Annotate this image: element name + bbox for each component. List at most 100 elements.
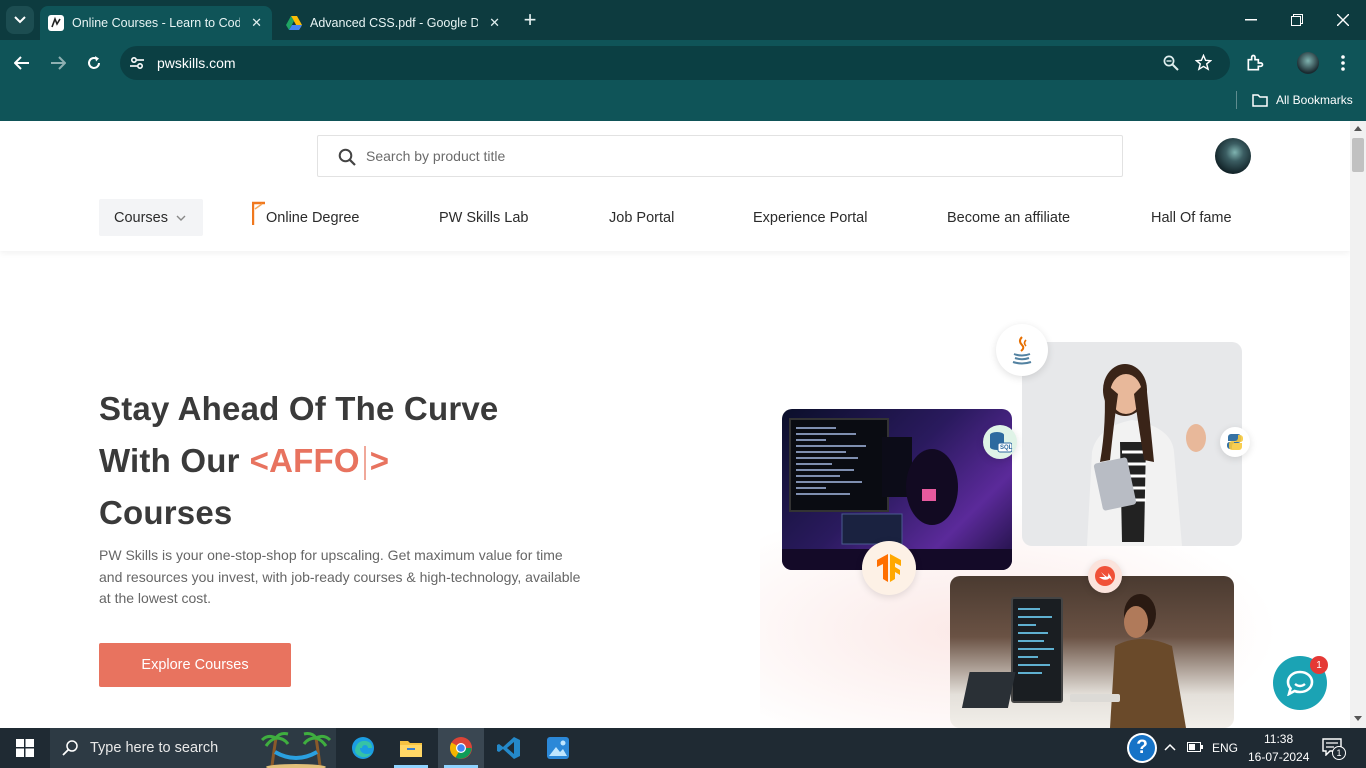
profile-avatar-icon[interactable] xyxy=(1297,52,1319,74)
taskbar-search[interactable]: Type here to search xyxy=(50,728,336,768)
start-button[interactable] xyxy=(2,728,48,768)
taskbar-photos[interactable] xyxy=(535,728,581,768)
folder-icon xyxy=(400,741,422,757)
scrollbar-thumb[interactable] xyxy=(1352,138,1364,172)
clock-date[interactable]: 16-07-2024 xyxy=(1248,750,1309,764)
arrow-left-icon xyxy=(14,56,29,70)
url-text: pwskills.com xyxy=(157,55,236,71)
nav-courses-label: Courses xyxy=(114,209,168,226)
zoom-icon[interactable] xyxy=(1163,55,1179,76)
nav-online-degree-label: Online Degree xyxy=(266,209,360,226)
nav-lab-label: PW Skills Lab xyxy=(439,209,529,226)
chevron-down-icon xyxy=(14,16,26,24)
nav-online-degree[interactable]: Online Degree xyxy=(252,199,360,236)
scroll-up-arrow-icon[interactable] xyxy=(1354,126,1362,132)
nav-courses-dropdown[interactable]: Courses xyxy=(99,199,203,236)
tensorflow-badge xyxy=(862,541,916,595)
taskbar-file-explorer[interactable] xyxy=(388,728,434,768)
man-at-monitor-photo xyxy=(950,576,1234,728)
search-icon xyxy=(62,740,78,756)
close-tab-icon[interactable]: ✕ xyxy=(489,15,500,31)
taskbar-edge[interactable] xyxy=(340,728,386,768)
woman-with-laptop-photo xyxy=(1022,342,1242,546)
help-tray-icon[interactable]: ? xyxy=(1127,733,1157,763)
user-avatar[interactable] xyxy=(1215,138,1251,174)
swift-badge xyxy=(1088,559,1122,593)
java-icon xyxy=(1012,336,1032,365)
tab-online-courses[interactable]: Online Courses - Learn to Code ✕ xyxy=(40,6,272,40)
windows-logo-icon xyxy=(16,739,34,757)
tab-title: Advanced CSS.pdf - Google Drive xyxy=(310,16,478,30)
search-input[interactable] xyxy=(366,146,1066,166)
edge-icon xyxy=(352,737,374,759)
scroll-down-arrow-icon[interactable] xyxy=(1354,716,1362,722)
vscode-icon xyxy=(497,737,520,759)
search-icon xyxy=(338,148,356,166)
hero-line-2: With Our <AFFO > xyxy=(99,435,498,487)
clock-time[interactable]: 11:38 xyxy=(1264,732,1293,746)
language-indicator[interactable]: ENG xyxy=(1212,741,1238,755)
swift-icon xyxy=(1095,566,1115,586)
typed-text-open: <AFFO xyxy=(249,442,360,479)
minimize-icon xyxy=(1245,19,1257,21)
close-icon xyxy=(1337,14,1349,26)
man-coding-illustration xyxy=(961,594,1186,728)
address-bar[interactable]: pwskills.com xyxy=(120,46,1230,80)
sql-badge: SQL xyxy=(983,425,1017,459)
close-window-button[interactable] xyxy=(1329,6,1357,34)
java-badge xyxy=(996,324,1048,376)
chevron-down-icon xyxy=(176,215,186,221)
restore-button[interactable] xyxy=(1283,6,1311,34)
taskbar-chrome[interactable] xyxy=(438,728,484,768)
page-content: Courses Online Degree PW Skills Lab Job … xyxy=(0,121,1350,728)
bookmark-star-icon[interactable] xyxy=(1194,53,1213,76)
more-menu-icon[interactable] xyxy=(1340,54,1346,77)
tab-advanced-css[interactable]: Advanced CSS.pdf - Google Drive ✕ xyxy=(278,6,510,40)
all-bookmarks-button[interactable]: All Bookmarks xyxy=(1236,86,1353,114)
typed-text-close: > xyxy=(369,442,390,479)
page-scrollbar[interactable] xyxy=(1350,121,1366,728)
arrow-right-icon xyxy=(51,56,66,70)
taskbar-search-placeholder: Type here to search xyxy=(90,740,219,756)
photos-icon xyxy=(547,737,569,759)
beach-hammock-icon xyxy=(260,732,332,768)
browser-tab-bar: Online Courses - Learn to Code ✕ Advance… xyxy=(0,0,1366,40)
close-tab-icon[interactable]: ✕ xyxy=(251,15,262,31)
nav-pw-skills-lab[interactable]: PW Skills Lab xyxy=(439,199,528,236)
chat-unread-badge: 1 xyxy=(1310,656,1328,674)
taskbar-vscode[interactable] xyxy=(486,728,532,768)
product-search[interactable] xyxy=(317,135,1123,177)
tab-search-button[interactable] xyxy=(6,6,34,34)
nav-hall-of-fame[interactable]: Hall Of fame xyxy=(1151,199,1232,236)
bookmark-divider xyxy=(1236,91,1237,109)
chat-bubble-icon xyxy=(1286,670,1314,696)
back-button[interactable] xyxy=(8,49,36,77)
nav-job-portal-label: Job Portal xyxy=(609,209,675,226)
extensions-icon[interactable] xyxy=(1245,53,1265,78)
show-hidden-icons-chevron[interactable] xyxy=(1164,743,1176,751)
folder-icon xyxy=(1252,94,1268,107)
site-header: Courses Online Degree PW Skills Lab Job … xyxy=(0,121,1350,251)
new-tab-button[interactable]: + xyxy=(516,6,544,34)
all-bookmarks-label: All Bookmarks xyxy=(1276,93,1353,107)
chrome-icon xyxy=(450,737,472,759)
nav-experience-portal[interactable]: Experience Portal xyxy=(753,199,867,236)
question-icon: ? xyxy=(1129,735,1155,761)
hero-description: PW Skills is your one-stop-shop for upsc… xyxy=(99,547,581,606)
forward-button[interactable] xyxy=(44,49,72,77)
tab-title: Online Courses - Learn to Code xyxy=(72,16,240,30)
bookmarks-bar: All Bookmarks xyxy=(0,86,1366,121)
restore-icon xyxy=(1291,14,1303,26)
nav-become-affiliate[interactable]: Become an affiliate xyxy=(947,199,1070,236)
tensorflow-icon xyxy=(877,554,901,582)
notification-center-button[interactable]: 1 xyxy=(1322,738,1348,760)
nav-job-portal[interactable]: Job Portal xyxy=(609,199,674,236)
reload-button[interactable] xyxy=(80,49,108,77)
python-icon xyxy=(1226,434,1244,450)
battery-icon[interactable] xyxy=(1187,742,1203,752)
explore-courses-button[interactable]: Explore Courses xyxy=(99,643,291,687)
minimize-button[interactable] xyxy=(1237,6,1265,34)
site-info-icon[interactable] xyxy=(129,55,145,76)
hero-line-3: Courses xyxy=(99,494,233,531)
woman-illustration xyxy=(1087,364,1206,546)
